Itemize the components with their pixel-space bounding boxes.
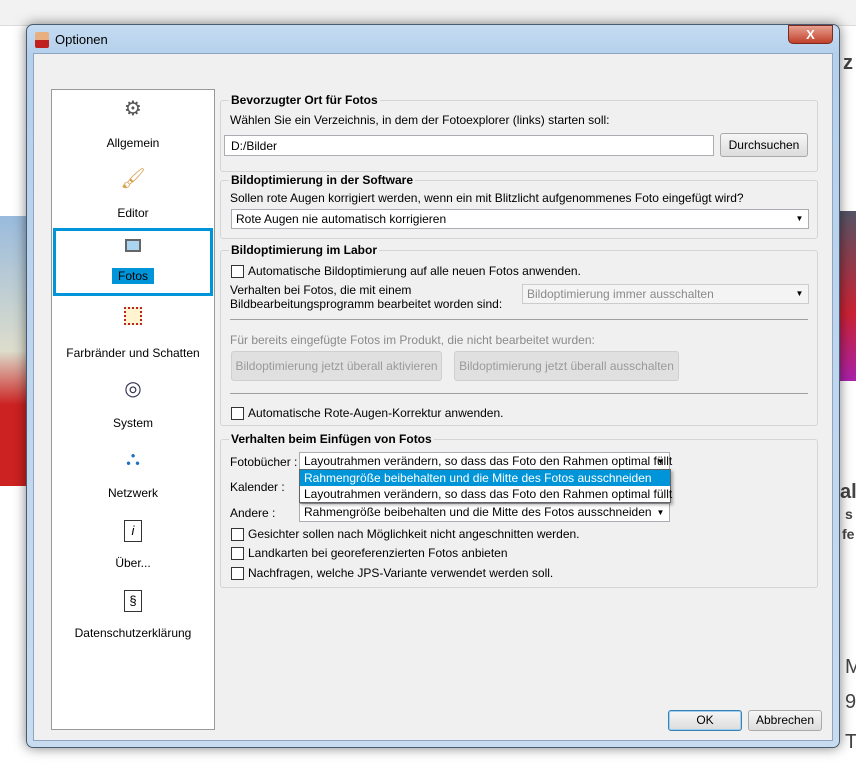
sidebar-item-allgemein[interactable]: ⚙ Allgemein	[52, 90, 214, 160]
software-description: Sollen rote Augen korrigiert werden, wen…	[230, 191, 744, 205]
edited-photos-select[interactable]: Bildoptimierung immer ausschalten ▼	[522, 284, 809, 304]
bg-text: fe	[842, 526, 855, 542]
sidebar-item-label: Netzwerk	[107, 486, 158, 500]
andere-select[interactable]: Rahmengröße beibehalten und die Mitte de…	[299, 503, 670, 522]
network-icon: ⛬	[126, 448, 140, 470]
sidebar-item-fotos[interactable]: Fotos	[53, 228, 213, 296]
group-insert: Verhalten beim Einfügen von Fotos Fotobü…	[220, 432, 818, 588]
brush-icon: 🖌	[120, 168, 146, 190]
sidebar-item-system[interactable]: ◎ System	[52, 370, 214, 440]
chevron-down-icon: ▼	[795, 289, 804, 298]
sidebar-item-label: Über...	[115, 556, 151, 570]
sidebar-item-label: Allgemein	[106, 136, 160, 150]
options-dialog: Optionen X ⚙ Allgemein 🖌 Editor Fotos Farb…	[26, 24, 840, 748]
group-location: Bevorzugter Ort für Fotos Wählen Sie ein…	[220, 93, 818, 172]
bg-text: z	[843, 52, 853, 74]
redeye-checkbox[interactable]	[231, 407, 244, 420]
ok-button[interactable]: OK	[668, 710, 742, 731]
bg-image	[0, 216, 26, 486]
dropdown-option[interactable]: Rahmengröße beibehalten und die Mitte de…	[300, 470, 670, 486]
existing-photos-label: Für bereits eingefügte Fotos im Produkt,…	[230, 333, 595, 347]
system-icon: ◎	[124, 378, 142, 400]
bg-image	[840, 211, 856, 381]
kalender-dropdown-list: Rahmengröße beibehalten und die Mitte de…	[299, 469, 672, 503]
bg-text: M	[845, 656, 856, 678]
sidebar-item-editor[interactable]: 🖌 Editor	[52, 160, 214, 230]
select-value: Layoutrahmen verändern, so dass das Foto…	[304, 454, 673, 468]
activate-all-button[interactable]: Bildoptimierung jetzt überall aktivieren	[231, 351, 442, 381]
chevron-down-icon: ▼	[656, 508, 665, 517]
faces-label: Gesichter sollen nach Möglichkeit nicht …	[248, 527, 580, 541]
sidebar-item-label: Datenschutzerklärung	[74, 626, 192, 640]
frame-icon	[120, 306, 146, 332]
close-button[interactable]: X	[788, 25, 833, 44]
select-value: Rote Augen nie automatisch korrigieren	[236, 212, 447, 226]
deactivate-all-button[interactable]: Bildoptimierung jetzt überall ausschalte…	[454, 351, 679, 381]
group-title: Bevorzugter Ort für Fotos	[229, 93, 380, 107]
kalender-label: Kalender :	[230, 480, 285, 494]
sidebar-item-label: Fotos	[111, 268, 154, 284]
sidebar: ⚙ Allgemein 🖌 Editor Fotos Farbränder und …	[51, 89, 215, 730]
maps-checkbox[interactable]	[231, 547, 244, 560]
redeye-label: Automatische Rote-Augen-Korrektur anwend…	[248, 406, 504, 420]
sidebar-item-netzwerk[interactable]: ⛬ Netzwerk	[52, 440, 214, 510]
auto-optimize-label: Automatische Bildoptimierung auf alle ne…	[248, 264, 581, 278]
info-icon: i	[120, 516, 146, 542]
gear-icon: ⚙	[124, 98, 142, 120]
app-icon	[35, 32, 49, 48]
sidebar-item-label: System	[112, 416, 153, 430]
sidebar-item-label: Editor	[117, 206, 149, 220]
bg-text: s	[845, 506, 853, 522]
select-value: Bildoptimierung immer ausschalten	[527, 287, 714, 301]
privacy-icon: §	[120, 586, 146, 612]
bg-text: al	[840, 481, 856, 503]
cancel-button[interactable]: Abbrechen	[748, 710, 822, 731]
group-title: Bildoptimierung im Labor	[229, 243, 379, 257]
path-input[interactable]: D:/Bilder	[224, 135, 714, 156]
group-title: Verhalten beim Einfügen von Fotos	[229, 432, 434, 446]
faces-checkbox[interactable]	[231, 528, 244, 541]
group-title: Bildoptimierung in der Software	[229, 173, 416, 187]
window-title: Optionen	[55, 32, 108, 47]
select-value: Rahmengröße beibehalten und die Mitte de…	[304, 505, 652, 519]
fotobuecher-label: Fotobücher :	[230, 455, 298, 469]
bg-text: 9	[845, 691, 856, 713]
browse-button[interactable]: Durchsuchen	[720, 133, 808, 157]
jps-label: Nachfragen, welche JPS-Variante verwende…	[248, 566, 554, 580]
andere-label: Andere :	[230, 506, 276, 520]
divider	[230, 393, 808, 394]
sidebar-item-datenschutz[interactable]: § Datenschutzerklärung	[52, 580, 214, 650]
dialog-client: ⚙ Allgemein 🖌 Editor Fotos Farbränder und …	[33, 53, 833, 741]
dropdown-option[interactable]: Layoutrahmen verändern, so dass das Foto…	[300, 486, 672, 502]
chevron-down-icon: ▼	[795, 214, 804, 223]
jps-checkbox[interactable]	[231, 567, 244, 580]
edited-label: Bildbearbeitungsprogramm bearbeitet word…	[230, 297, 503, 311]
sidebar-item-label: Farbränder und Schatten	[66, 346, 200, 360]
edited-label: Verhalten bei Fotos, die mit einem	[230, 283, 412, 297]
group-lab: Bildoptimierung im Labor Automatische Bi…	[220, 243, 818, 426]
auto-optimize-checkbox[interactable]	[231, 265, 244, 278]
divider	[230, 319, 808, 320]
redeye-software-select[interactable]: Rote Augen nie automatisch korrigieren ▼	[231, 209, 809, 229]
sidebar-item-ueber[interactable]: i Über...	[52, 510, 214, 580]
photo-icon	[120, 233, 146, 259]
bg-text: T	[845, 731, 856, 753]
location-description: Wählen Sie ein Verzeichnis, in dem der F…	[230, 113, 610, 127]
group-software: Bildoptimierung in der Software Sollen r…	[220, 173, 818, 239]
sidebar-item-farbraender[interactable]: Farbränder und Schatten	[52, 300, 214, 370]
maps-label: Landkarten bei georeferenzierten Fotos a…	[248, 546, 508, 560]
